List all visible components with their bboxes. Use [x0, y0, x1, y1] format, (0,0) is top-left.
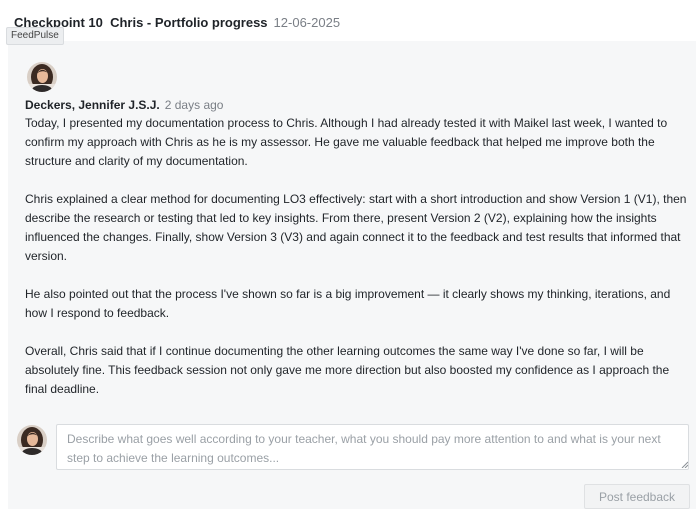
post-feedback-button[interactable]: Post feedback	[584, 484, 690, 509]
post-paragraph: Overall, Chris said that if I continue d…	[25, 344, 670, 396]
avatar	[27, 62, 57, 92]
feedback-input[interactable]	[56, 424, 689, 470]
resize-handle-icon[interactable]	[681, 461, 688, 468]
feedback-panel: Deckers, Jennifer J.S.J. 2 days ago Today…	[8, 41, 696, 509]
checkpoint-date: 12-06-2025	[273, 15, 341, 30]
post-paragraph: He also pointed out that the process I'v…	[25, 287, 671, 320]
post-body: Today, I presented my documentation proc…	[25, 114, 687, 399]
post-meta: Deckers, Jennifer J.S.J. 2 days ago	[25, 97, 223, 113]
current-user-avatar-icon	[17, 425, 47, 455]
author-name: Deckers, Jennifer J.S.J.	[25, 98, 160, 112]
post-paragraph: Today, I presented my documentation proc…	[25, 116, 668, 168]
post-timestamp: 2 days ago	[164, 98, 224, 112]
feedback-window: Checkpoint 10 Chris - Portfolio progress…	[0, 0, 696, 509]
author-avatar-icon	[27, 62, 57, 92]
avatar	[17, 425, 47, 455]
post-paragraph: Chris explained a clear method for docum…	[25, 192, 687, 263]
app-name-badge: FeedPulse	[6, 27, 64, 45]
